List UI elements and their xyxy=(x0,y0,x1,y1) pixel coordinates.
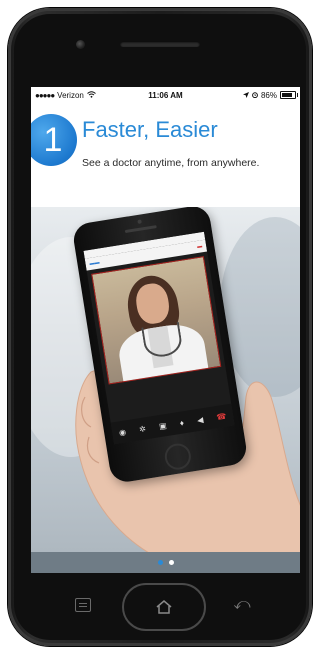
front-camera-icon xyxy=(76,40,85,49)
hero-image: ▬▬ ▬ ◉ ✲ ▣ ♦ ◀ ☎ xyxy=(31,207,300,552)
status-bar-right: 86% xyxy=(242,90,298,100)
mini-nav-right: ▬ xyxy=(196,243,203,250)
mini-screen: ▬▬ ▬ ◉ ✲ ▣ ♦ ◀ ☎ xyxy=(83,231,235,445)
status-bar: ●●●●● Verizon 11:06 AM 86% xyxy=(31,87,300,103)
home-button[interactable] xyxy=(122,583,206,631)
onboarding-title: Faster, Easier xyxy=(82,117,218,142)
wifi-icon xyxy=(87,90,96,100)
mini-camera-icon xyxy=(137,219,142,224)
camera-switch-icon: ◉ xyxy=(118,426,127,437)
device-navigation-bar: ⤺ xyxy=(0,578,320,638)
battery-percent: 86% xyxy=(260,90,277,100)
speaker-icon: ◀ xyxy=(196,414,204,425)
mini-speaker xyxy=(124,225,157,234)
page-indicator[interactable] xyxy=(31,552,300,573)
alarm-icon xyxy=(252,91,258,100)
home-icon xyxy=(156,600,172,614)
carrier-label: Verizon xyxy=(57,90,84,100)
back-icon[interactable]: ⤺ xyxy=(232,595,252,615)
end-call-icon: ☎ xyxy=(215,411,227,422)
status-bar-left: ●●●●● Verizon xyxy=(35,91,96,100)
doctor-video-feed xyxy=(91,256,222,385)
microphone-icon: ♦ xyxy=(179,417,185,428)
camera-icon: ▣ xyxy=(158,420,168,431)
settings-icon: ✲ xyxy=(138,423,147,434)
location-arrow-icon xyxy=(242,91,249,100)
battery-icon xyxy=(280,91,298,99)
earpiece-speaker xyxy=(120,41,200,47)
page-dot[interactable] xyxy=(168,560,174,565)
onboarding-subtitle: See a doctor anytime, from anywhere. xyxy=(82,157,260,169)
step-number-badge: 1 xyxy=(31,114,77,166)
battery-fill xyxy=(282,93,293,97)
recent-apps-icon[interactable] xyxy=(75,598,91,612)
page-dot[interactable] xyxy=(157,560,163,565)
mini-home-button xyxy=(162,441,193,472)
mini-nav-left: ▬▬ xyxy=(89,259,100,267)
call-controls: ◉ ✲ ▣ ♦ ◀ ☎ xyxy=(110,403,235,445)
signal-strength-icon: ●●●●● xyxy=(35,90,55,100)
app-screen: ●●●●● Verizon 11:06 AM 86% 1 Faster, Eas… xyxy=(31,87,300,573)
